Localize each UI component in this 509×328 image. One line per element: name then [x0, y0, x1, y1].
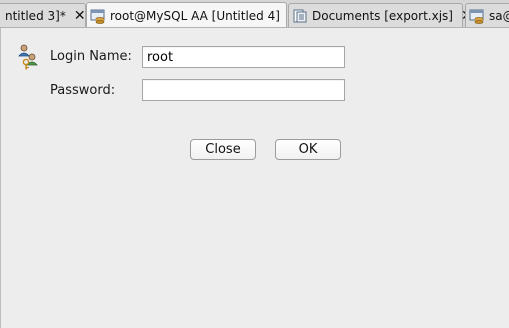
- tab-label: ntitled 3]*: [5, 8, 66, 23]
- login-panel: Login Name: Password: Close OK: [0, 28, 509, 328]
- login-name-input[interactable]: [142, 46, 345, 68]
- tab-label: sa@: [489, 8, 509, 23]
- document-icon: [293, 9, 307, 22]
- tab-bar: ntitled 3]* ✕ root@MySQL AA [Untitled 4]…: [0, 0, 509, 28]
- database-connection-icon: [469, 9, 484, 24]
- ok-button[interactable]: OK: [275, 139, 341, 160]
- user-key-icon: [18, 44, 38, 70]
- close-button[interactable]: Close: [190, 139, 256, 160]
- login-name-label: Login Name:: [50, 49, 132, 64]
- close-icon[interactable]: ✕: [74, 9, 86, 23]
- password-input[interactable]: [142, 79, 345, 101]
- database-connection-icon: [90, 9, 105, 24]
- tab-label: root@MySQL AA [Untitled 4]: [110, 8, 280, 23]
- tab-sa-connection[interactable]: sa@: [465, 3, 509, 27]
- tab-untitled-3[interactable]: ntitled 3]* ✕: [0, 3, 86, 27]
- tab-root-mysql[interactable]: root@MySQL AA [Untitled 4] ✕: [86, 2, 300, 27]
- tab-label: Documents [export.xjs]: [312, 8, 453, 23]
- password-label: Password:: [50, 83, 116, 98]
- tab-documents-export[interactable]: Documents [export.xjs] ✕: [288, 3, 473, 27]
